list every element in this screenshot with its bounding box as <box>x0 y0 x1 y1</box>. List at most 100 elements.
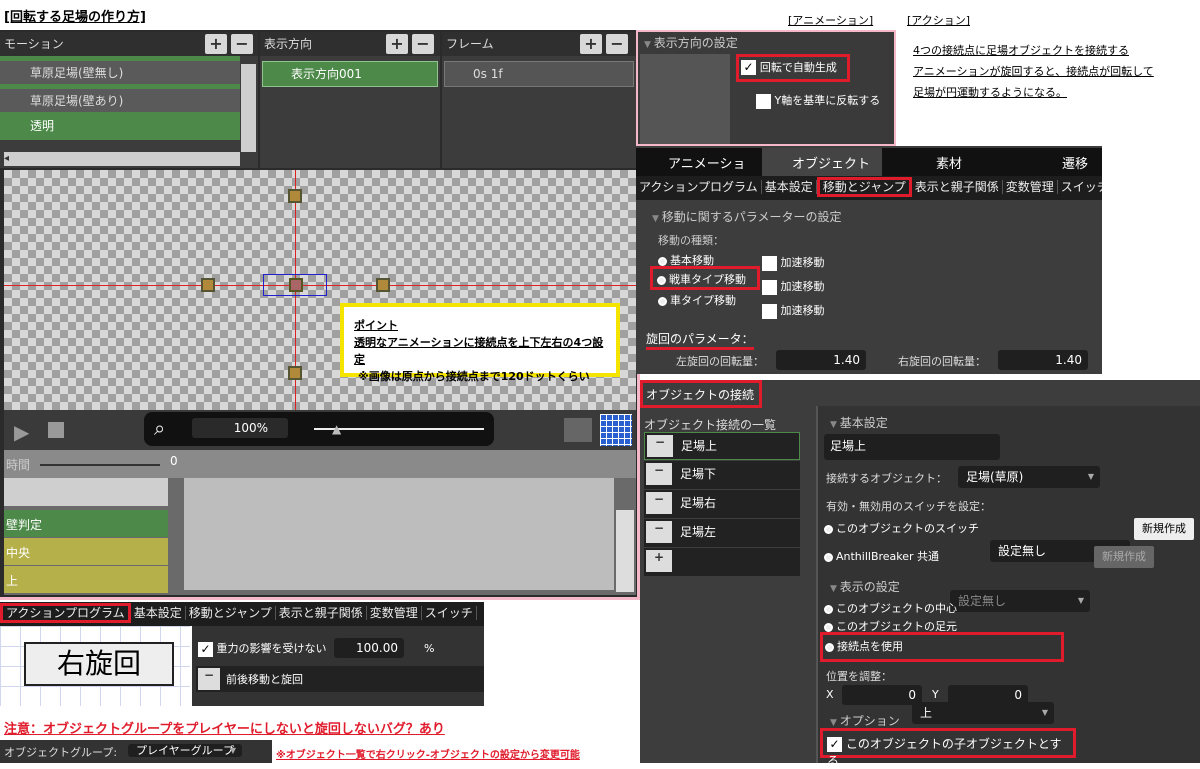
bottom-subtab-display[interactable]: 表示と親子関係 <box>275 606 367 620</box>
fit-view-icon[interactable] <box>564 418 592 442</box>
motion-scrollbar[interactable] <box>241 64 256 152</box>
connection-tab[interactable]: オブジェクトの接続 <box>640 380 762 408</box>
connection-point-top[interactable] <box>288 189 302 203</box>
bottom-subtab-switch[interactable]: スイッチ <box>421 606 477 620</box>
subtab-variables[interactable]: 変数管理 <box>1002 180 1058 194</box>
action-row[interactable]: − 前後移動と旋回 <box>196 666 484 692</box>
auto-generate-option[interactable]: ✓ 回転で自動生成 <box>736 54 850 82</box>
add-connection-icon[interactable]: + <box>646 550 672 572</box>
connection-point-select[interactable]: 上 <box>912 702 1054 724</box>
gravity-input[interactable]: 100.00 <box>334 638 404 658</box>
timeline: 時間 0 壁判定 中央 上 <box>4 450 636 595</box>
bottom-subtab-vars[interactable]: 変数管理 <box>366 606 422 620</box>
time-slider[interactable] <box>40 464 160 466</box>
add-frame-button[interactable]: + <box>580 34 602 54</box>
target-object-select[interactable]: 足場(草原) <box>958 466 1100 488</box>
direction-item[interactable]: 表示方向001 <box>262 61 438 87</box>
x-input[interactable]: 0 <box>842 685 922 705</box>
new-common-switch-button[interactable]: 新規作成 <box>1094 546 1154 568</box>
timeline-layer-row[interactable] <box>4 478 168 506</box>
stop-icon[interactable] <box>48 422 64 438</box>
motion-list: 草原足場(壁無し) 草原足場(壁あり) 透明 <box>0 56 240 140</box>
add-connection-row[interactable]: + <box>644 548 800 576</box>
timeline-layer-row[interactable]: 壁判定 <box>4 510 168 537</box>
switch-common-option[interactable]: AnthillBreaker 共通 <box>824 548 939 564</box>
tab-object[interactable]: オブジェクト <box>762 148 882 176</box>
move-car-option[interactable]: 車タイプ移動 <box>658 292 736 308</box>
remove-frame-button[interactable]: − <box>606 34 628 54</box>
play-icon[interactable]: ▶ <box>14 420 29 444</box>
remove-direction-button[interactable]: − <box>412 34 434 54</box>
animation-link[interactable]: [アニメーション] <box>788 12 873 28</box>
state-node[interactable]: 右旋回 <box>24 642 174 686</box>
connection-point-bottom[interactable] <box>288 366 302 380</box>
remove-action-icon[interactable]: − <box>198 668 220 690</box>
action-link[interactable]: [アクション] <box>907 12 970 28</box>
bottom-subtab-move[interactable]: 移動とジャンプ <box>185 606 276 620</box>
direction-settings-header: 表示方向の設定 <box>644 34 738 51</box>
connection-item[interactable]: − 足場上 <box>644 432 800 460</box>
frame-header: フレーム <box>446 37 494 51</box>
motion-item[interactable]: 草原足場(壁あり) <box>0 84 240 112</box>
connection-item[interactable]: − 足場右 <box>644 490 800 518</box>
options-header: オプション <box>830 712 900 729</box>
motion-item[interactable]: 草原足場(壁無し) <box>0 56 240 84</box>
motion-hscrollbar[interactable]: ◂ <box>4 152 240 166</box>
accel-option[interactable]: 加速移動 <box>762 278 825 295</box>
accel-option[interactable]: 加速移動 <box>762 302 825 319</box>
flip-option[interactable]: Y軸を基準に反転する <box>756 92 880 109</box>
subtab-switch[interactable]: スイッチ <box>1057 180 1102 194</box>
new-switch-button[interactable]: 新規作成 <box>1134 518 1194 540</box>
subtab-display-parent[interactable]: 表示と親子関係 <box>911 180 1003 194</box>
rotation-header: 旋回のパラメータ： <box>646 330 754 350</box>
remove-connection-icon[interactable]: − <box>646 521 672 543</box>
connection-point-right[interactable] <box>376 278 390 292</box>
bottom-subtab-basic[interactable]: 基本設定 <box>130 606 186 620</box>
remove-connection-icon[interactable]: − <box>646 463 672 485</box>
object-group-select[interactable]: プレイヤーグループ <box>128 744 243 757</box>
motion-item[interactable]: 透明 <box>0 112 240 140</box>
connection-item[interactable]: − 足場左 <box>644 519 800 547</box>
gravity-option[interactable]: ✓ 重力の影響を受けない <box>198 640 327 657</box>
connection-point-left[interactable] <box>201 278 215 292</box>
switch-own-option[interactable]: このオブジェクトのスイッチ <box>824 520 979 536</box>
timeline-scrollbar[interactable] <box>616 510 634 592</box>
grid-icon[interactable] <box>600 414 632 446</box>
flip-checkbox[interactable] <box>756 93 771 109</box>
move-tank-option[interactable]: 戦車タイプ移動 <box>650 266 760 290</box>
subtab-basic[interactable]: 基本設定 <box>761 180 817 194</box>
origin-point[interactable] <box>289 278 303 292</box>
timeline-layer-row[interactable]: 上 <box>4 566 168 593</box>
tab-transition[interactable]: 遷移 <box>1006 148 1102 176</box>
connection-item[interactable]: − 足場下 <box>644 461 800 489</box>
zoom-bar: ⌕ 100% ▲ <box>144 412 494 446</box>
subtab-move-jump[interactable]: 移動とジャンプ <box>816 177 912 197</box>
y-input[interactable]: 0 <box>948 685 1028 705</box>
auto-generate-label: 回転で自動生成 <box>759 61 837 74</box>
remove-motion-button[interactable]: − <box>231 34 253 54</box>
add-direction-button[interactable]: + <box>386 34 408 54</box>
display-center-option[interactable]: このオブジェクトの中心 <box>824 600 957 616</box>
remove-connection-icon[interactable]: − <box>647 435 673 457</box>
tab-animation[interactable]: アニメーション <box>636 148 762 191</box>
switch-common-select[interactable]: 設定無し <box>950 590 1090 612</box>
frame-item[interactable]: 0s 1f <box>444 61 634 87</box>
magnifier-icon[interactable]: ⌕ <box>154 416 165 440</box>
bottom-subtab-action[interactable]: アクションプログラム <box>0 603 131 623</box>
left-rotation-input[interactable]: 1.40 <box>776 350 866 370</box>
accel-option[interactable]: 加速移動 <box>762 254 825 271</box>
use-connection-point-option[interactable]: 接続点を使用 <box>820 632 1064 662</box>
timeline-layer-row[interactable]: 中央 <box>4 538 168 565</box>
right-rotation-input[interactable]: 1.40 <box>998 350 1088 370</box>
subtab-action[interactable]: アクションプログラム <box>636 180 762 194</box>
child-object-option[interactable]: ✓ このオブジェクトの子オブジェクトとする <box>820 728 1076 768</box>
zoom-slider-handle[interactable]: ▲ <box>332 422 341 436</box>
auto-generate-checkbox[interactable]: ✓ <box>741 60 756 75</box>
connection-name-input[interactable]: 足場上 <box>824 434 1000 460</box>
direction-panel: 表示方向 + − 表示方向001 <box>260 32 440 168</box>
add-motion-button[interactable]: + <box>205 34 227 54</box>
percent-label: % <box>424 642 435 655</box>
tab-material[interactable]: 素材 <box>882 148 1006 176</box>
zoom-input[interactable]: 100% <box>192 418 288 438</box>
remove-connection-icon[interactable]: − <box>646 492 672 514</box>
